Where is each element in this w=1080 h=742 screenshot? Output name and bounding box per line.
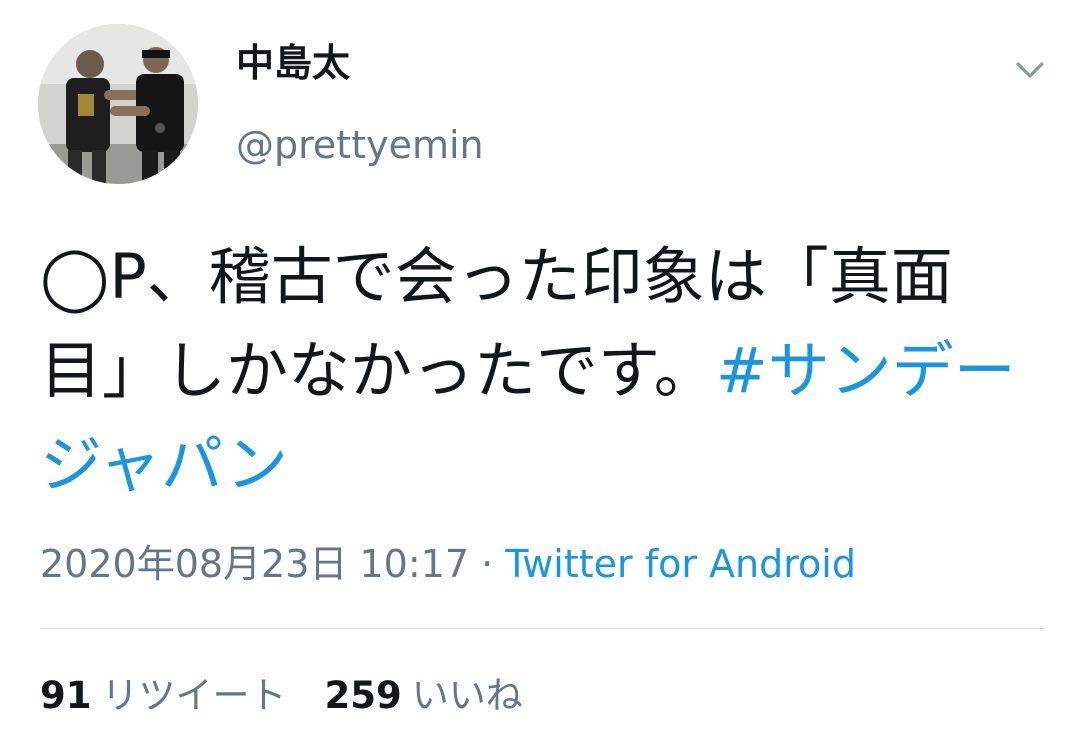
- tweet-text: ◯P、稽古で会った印象は「真面目」しかなかったです。#サンデージャパン: [40, 230, 1030, 512]
- display-name[interactable]: 中島太: [236, 44, 350, 82]
- divider: [40, 628, 1045, 629]
- meta-separator: ·: [469, 542, 506, 586]
- tweet-meta: 2020年08月23日 10:17 · Twitter for Android: [40, 540, 856, 588]
- avatar-photo: [38, 24, 198, 184]
- tweet-card: 中島太 @prettyemin ◯P、稽古で会った印象は「真面目」しかなかったで…: [0, 0, 1080, 742]
- timestamp[interactable]: 2020年08月23日 10:17: [40, 542, 469, 586]
- retweet-label: リツイート: [101, 674, 287, 717]
- chevron-down-icon[interactable]: [1008, 52, 1052, 88]
- tweet-stats: 91 リツイート 259 いいね: [40, 672, 523, 720]
- like-count: 259: [324, 674, 402, 717]
- user-handle[interactable]: @prettyemin: [236, 126, 484, 164]
- avatar[interactable]: [38, 24, 198, 184]
- retweet-count: 91: [40, 674, 92, 717]
- like-label: いいね: [411, 674, 523, 717]
- like-stat[interactable]: 259 いいね: [325, 674, 523, 717]
- retweet-stat[interactable]: 91 リツイート: [40, 674, 287, 717]
- source-link[interactable]: Twitter for Android: [505, 542, 856, 586]
